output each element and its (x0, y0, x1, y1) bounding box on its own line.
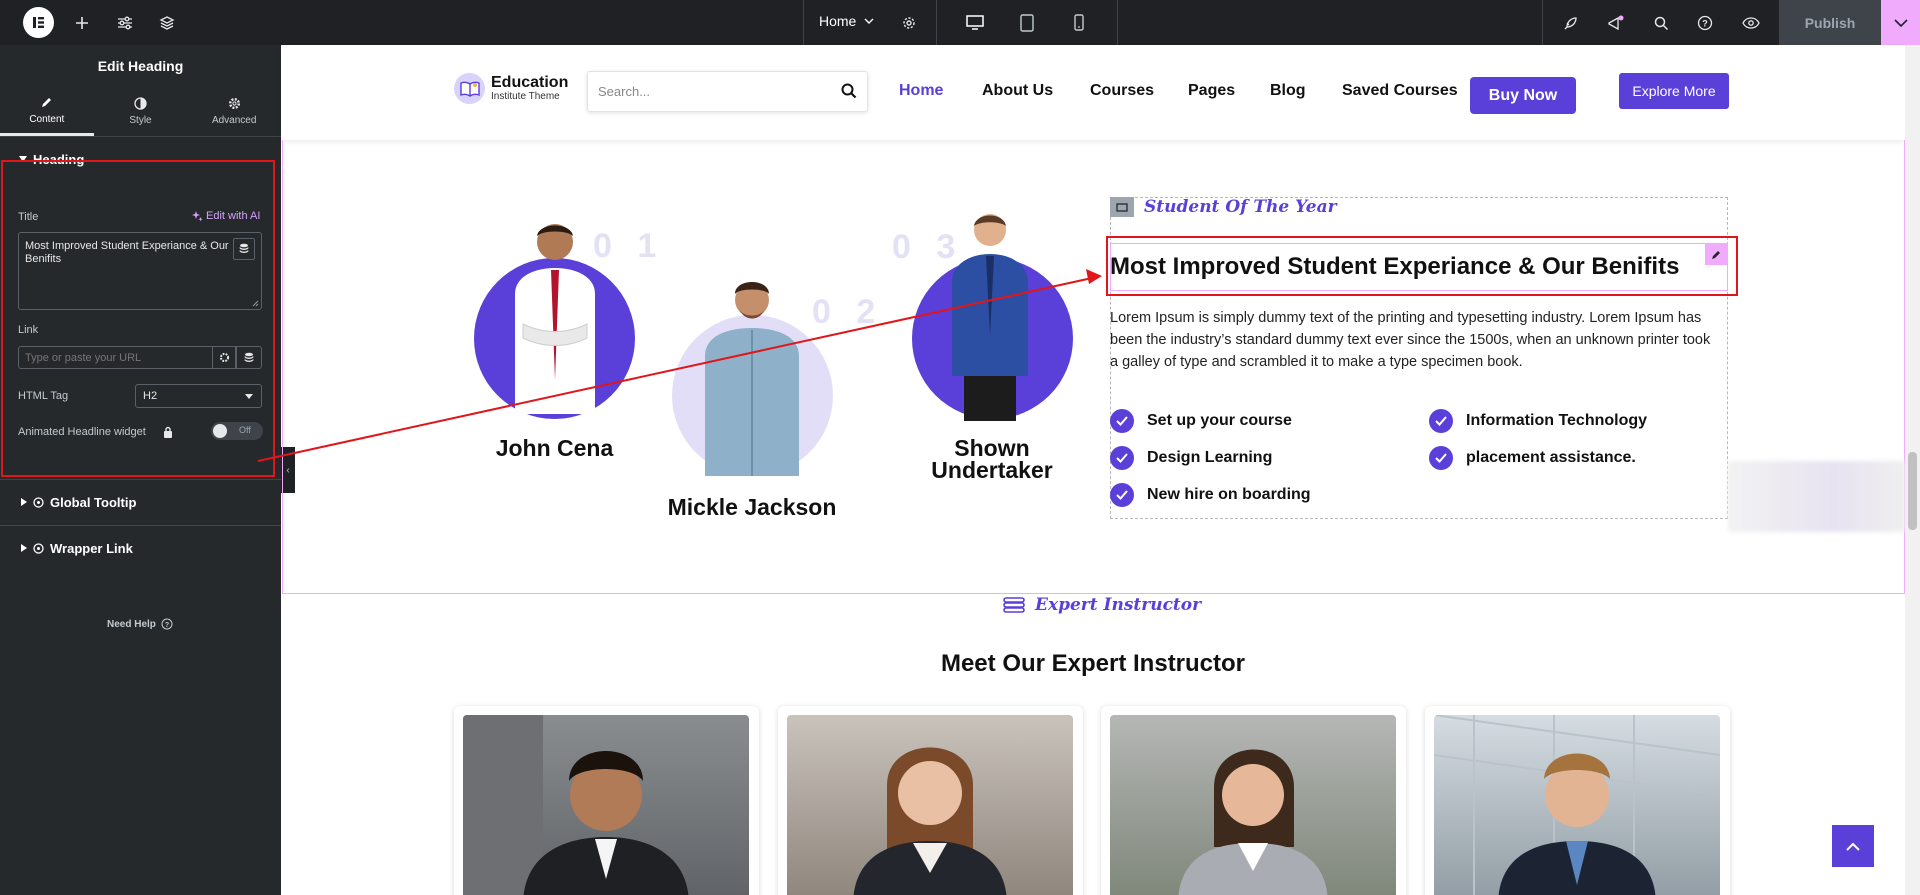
annotation-arrow (257, 269, 1102, 462)
